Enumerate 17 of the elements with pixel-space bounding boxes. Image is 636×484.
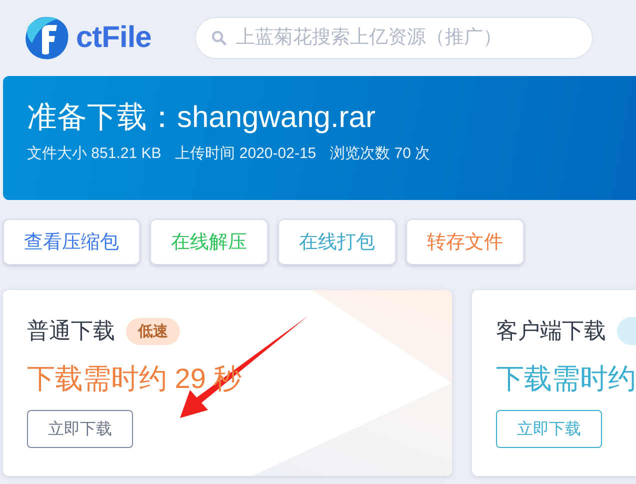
speed-badge: 低速: [126, 318, 180, 344]
download-time-text: 下载需时约: [496, 362, 636, 396]
action-button[interactable]: 查看压缩包: [3, 219, 140, 265]
search-field[interactable]: 上蓝菊花搜索上亿资源（推广）: [195, 17, 593, 59]
download-button[interactable]: 立即下载: [496, 410, 602, 448]
action-button[interactable]: 在线打包: [278, 219, 396, 265]
file-meta-text: 文件大小 851.21 KB: [27, 144, 162, 164]
file-meta-text: 上传时间 2020-02-15: [175, 144, 316, 164]
file-title: 准备下载：shangwang.rar: [27, 100, 376, 136]
download-button[interactable]: 立即下载: [27, 410, 133, 448]
action-button[interactable]: 转存文件: [406, 219, 524, 265]
card-title: 客户端下载: [496, 317, 606, 345]
logo-text[interactable]: ctFile: [76, 21, 152, 55]
file-meta-text: 浏览次数 70 次: [330, 144, 430, 164]
action-button[interactable]: 在线解压: [150, 219, 268, 265]
card-title: 普通下载: [27, 317, 115, 345]
logo-icon: [24, 15, 70, 61]
